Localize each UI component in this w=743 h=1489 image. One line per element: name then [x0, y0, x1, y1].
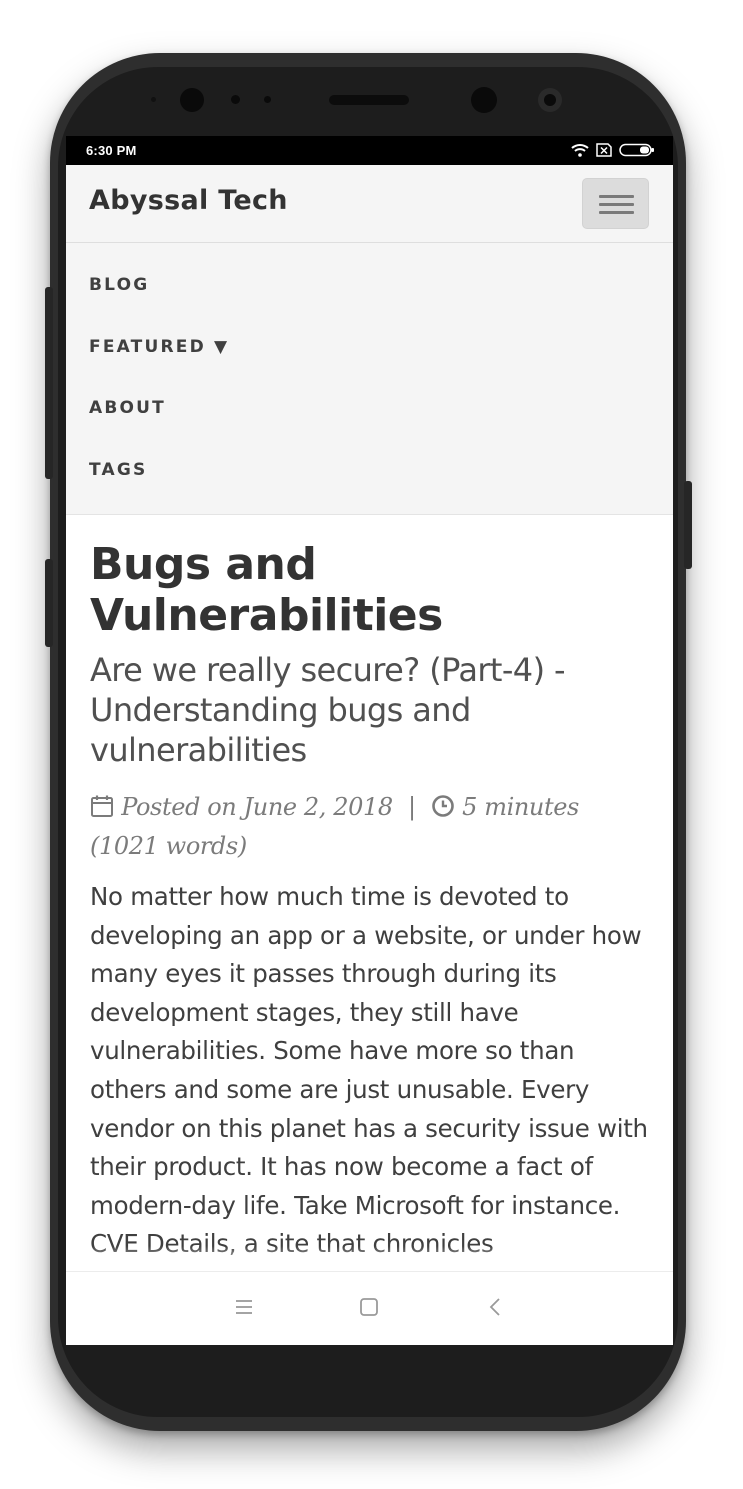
sensor-dot	[231, 95, 240, 104]
front-camera	[180, 88, 204, 112]
menu-item-featured[interactable]: FEATURED ▼	[89, 337, 229, 357]
back-icon[interactable]	[486, 1297, 506, 1317]
menu-item-about[interactable]: ABOUT	[89, 398, 166, 418]
power-button	[684, 481, 692, 569]
earpiece	[329, 95, 409, 105]
sensor-dot	[264, 96, 271, 103]
nav-menu: BLOG FEATURED ▼ ABOUT TAGS	[66, 243, 673, 515]
status-bar: 6:30 PM	[66, 136, 673, 165]
site-brand[interactable]: Abyssal Tech	[89, 185, 288, 216]
status-time: 6:30 PM	[86, 143, 137, 158]
navbar: Abyssal Tech	[66, 165, 673, 243]
post-meta: Posted on June 2, 2018 | 5 minutes (1021…	[90, 788, 650, 866]
post-subtitle: Are we really secure? (Part-4) - Underst…	[90, 651, 566, 769]
meta-separator: |	[407, 793, 416, 821]
calendar-icon	[91, 795, 113, 817]
post-title: Bugs and Vulnerabilities	[90, 539, 443, 641]
menu-icon[interactable]	[234, 1297, 254, 1317]
post-date: Posted on June 2, 2018	[121, 793, 393, 821]
post-body: No matter how much time is devoted to de…	[90, 882, 648, 1259]
sensor-dot	[151, 97, 156, 102]
hamburger-icon-bar	[599, 211, 634, 214]
volume-up-button	[45, 287, 53, 479]
bottom-fade	[66, 1246, 673, 1271]
proximity-sensor	[471, 87, 497, 113]
menu-item-tags[interactable]: TAGS	[89, 460, 147, 480]
hamburger-icon	[599, 195, 634, 198]
clock-icon	[432, 795, 454, 817]
sim-x-icon	[596, 143, 612, 157]
menu-toggle-button[interactable]	[582, 178, 649, 229]
screen: 6:30 PM Abyssal Tech BLOG FEATURED ▼ ABO…	[66, 136, 673, 1345]
flash	[544, 94, 556, 106]
home-icon[interactable]	[359, 1297, 379, 1317]
menu-item-blog[interactable]: BLOG	[89, 275, 149, 295]
wifi-icon	[571, 144, 589, 157]
status-icons	[571, 142, 655, 158]
battery-icon	[619, 143, 654, 157]
hamburger-icon-bar	[599, 203, 634, 206]
volume-down-button	[45, 559, 53, 647]
system-nav-bar	[66, 1271, 673, 1345]
